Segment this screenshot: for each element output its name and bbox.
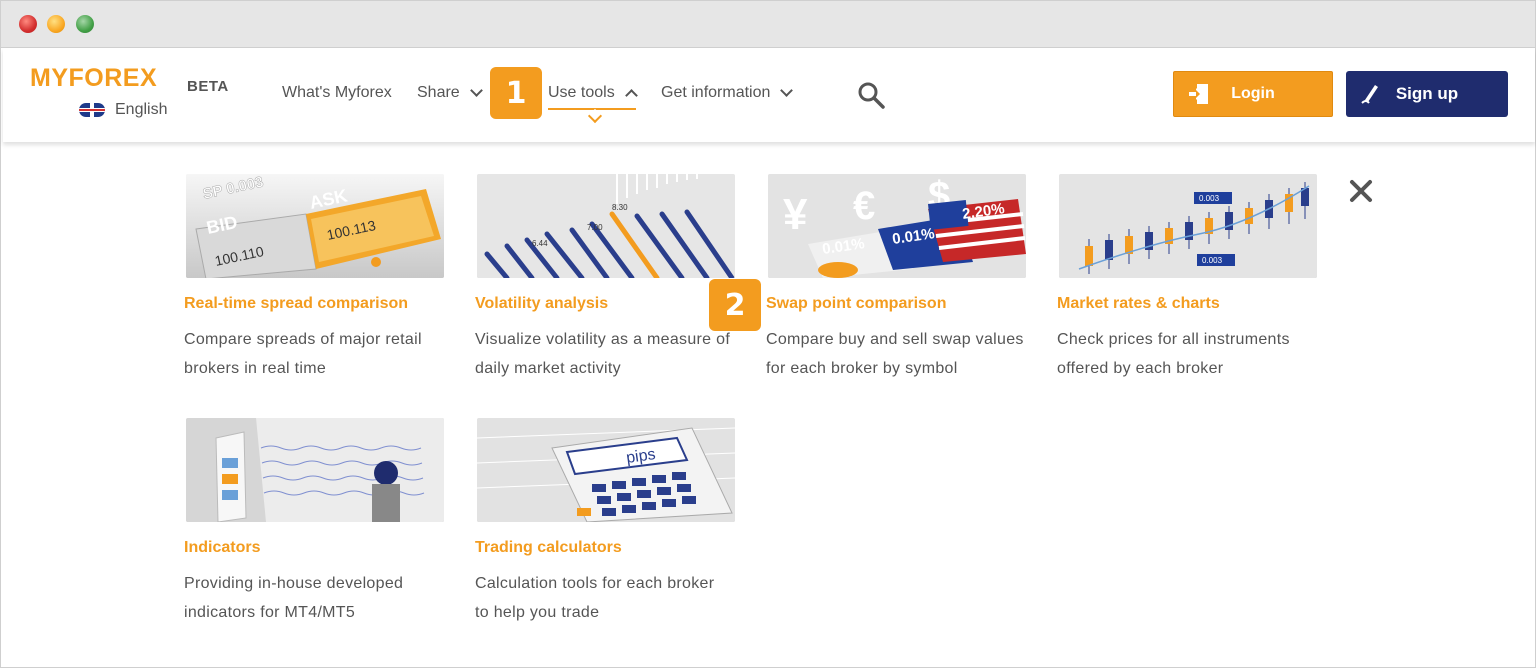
desc-line: Compare buy and sell swap values [766,331,1024,348]
close-icon[interactable] [1349,179,1373,203]
tool-card-swap[interactable]: ¥ € $ 0.01% 0.01% 2.20% Swap point compa… [766,174,1036,383]
nav-share[interactable]: Share [417,84,483,102]
desc-line: to help you trade [475,604,600,621]
login-label: Login [1231,85,1275,102]
label-a: 6.44 [532,239,548,248]
rate-label-b: 0.003 [1202,256,1223,265]
card-title[interactable]: Volatility analysis [475,295,745,313]
card-description: Compare buy and sell swap values for eac… [766,325,1036,383]
maximize-window-button[interactable] [76,15,94,33]
card-title[interactable]: Trading calculators [475,539,745,557]
desc-line: Compare spreads of major retail [184,331,422,348]
card-description: Check prices for all instruments offered… [1057,325,1327,383]
card-title[interactable]: Swap point comparison [766,295,1036,313]
swap-thumbnail: ¥ € $ 0.01% 0.01% 2.20% [768,174,1026,278]
nav-whats-myforex[interactable]: What's Myforex [282,84,392,102]
language-label: English [115,101,168,118]
card-description: Providing in-house developed indicators … [184,569,454,627]
nav-label: Share [417,84,460,101]
browser-window: MYFOREX BETA English What's Myforex Shar… [0,0,1536,668]
active-caret-icon [587,108,603,124]
nav-get-information[interactable]: Get information [661,84,794,102]
close-window-button[interactable] [19,15,37,33]
nav-use-tools[interactable]: Use tools [548,84,638,110]
nav-label: What's Myforex [282,84,392,101]
pen-icon [1361,85,1378,104]
tool-card-spread[interactable]: BID ASK 100.110 100.113 SP 0.003 Real-ti… [184,174,454,383]
chevron-down-icon [780,84,794,97]
logo-my: MY [30,64,69,92]
spread-thumbnail: BID ASK 100.110 100.113 SP 0.003 [186,174,444,278]
desc-line: offered by each broker [1057,360,1224,377]
card-description: Calculation tools for each broker to hel… [475,569,745,627]
label-b: 7.00 [587,223,603,232]
beta-label: BETA [187,78,229,95]
desc-line: Check prices for all instruments [1057,331,1290,348]
euro-symbol-icon: € [853,184,875,228]
language-selector[interactable]: English [79,101,167,119]
label-c: 8.30 [612,203,628,212]
desc-line: for each broker by symbol [766,360,958,377]
nav-label: Get information [661,84,771,101]
market-rates-thumbnail: 0.003 0.003 [1059,174,1317,278]
volatility-thumbnail: 6.44 7.00 8.30 [477,174,735,278]
signup-label: Sign up [1395,84,1459,103]
callout-badge-2: 2 [709,279,761,331]
card-description: Compare spreads of major retail brokers … [184,325,454,383]
tool-card-volatility[interactable]: 6.44 7.00 8.30 Volatility analysis Visua… [475,174,745,383]
desc-line: Providing in-house developed [184,575,404,592]
tool-card-indicators[interactable]: Indicators Providing in-house developed … [184,418,454,627]
desc-line: indicators for MT4/MT5 [184,604,356,621]
desc-line: Visualize volatility as a measure of [475,331,731,348]
logo-forex: FOREX [68,64,158,92]
search-icon[interactable] [857,81,885,109]
login-icon [1189,84,1208,104]
nav-label: Use tools [548,84,615,101]
minimize-window-button[interactable] [47,15,65,33]
card-title[interactable]: Market rates & charts [1057,295,1327,313]
site-logo[interactable]: MYFOREX [30,64,157,93]
tool-card-calculators[interactable]: pips Trading calculators Calculation too… [475,418,745,627]
card-title[interactable]: Indicators [184,539,454,557]
indicators-thumbnail [186,418,444,522]
rate-label-a: 0.003 [1199,194,1220,203]
card-title[interactable]: Real-time spread comparison [184,295,454,313]
calculators-thumbnail: pips [477,418,735,522]
desc-line: brokers in real time [184,360,327,377]
chevron-up-icon [624,88,638,102]
card-description: Visualize volatility as a measure of dai… [475,325,745,383]
uk-flag-icon [79,103,105,117]
desc-line: daily market activity [475,360,621,377]
tool-card-market-rates[interactable]: 0.003 0.003 Market rates & charts Check … [1057,174,1327,383]
site-header: MYFOREX BETA English What's Myforex Shar… [3,48,1535,142]
callout-badge-1: 1 [490,67,542,119]
yen-symbol-icon: ¥ [783,190,808,239]
login-button[interactable]: Login [1173,71,1333,117]
signup-button[interactable]: Sign up [1346,71,1508,117]
title-bar [1,1,1535,48]
desc-line: Calculation tools for each broker [475,575,715,592]
chevron-down-icon [469,84,483,97]
